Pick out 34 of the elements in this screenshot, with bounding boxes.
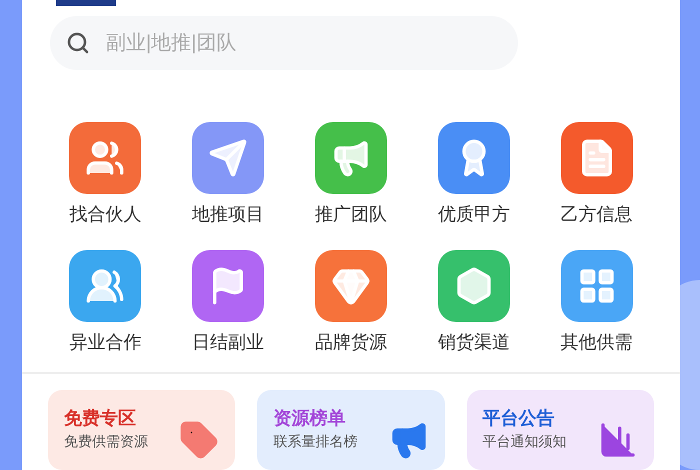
category-label: 地推项目 <box>192 203 264 226</box>
category-label: 其他供需 <box>560 331 633 354</box>
card-title: 免费专区 <box>64 407 137 430</box>
category-button[interactable] <box>560 122 633 194</box>
paper-plane-icon <box>208 138 248 178</box>
search-icon <box>66 31 90 55</box>
feature-card[interactable]: 资源榜单 联系量排名榜 <box>257 390 445 470</box>
category-label: 推广团队 <box>314 203 387 226</box>
card-title: 平台公告 <box>482 407 556 430</box>
category-button[interactable] <box>560 250 633 322</box>
category-label: 异业合作 <box>69 331 142 354</box>
category-button[interactable] <box>69 122 142 194</box>
card-subtitle: 联系量排名榜 <box>273 432 358 450</box>
category-label: 品牌货源 <box>314 331 387 354</box>
card-subtitle: 平台通知须知 <box>482 432 567 450</box>
category-button[interactable] <box>69 250 142 322</box>
category-button[interactable] <box>438 250 510 322</box>
category-button[interactable] <box>314 122 387 194</box>
tag-icon <box>179 420 220 460</box>
category-button[interactable] <box>192 122 264 194</box>
header-block <box>56 0 116 6</box>
search-field[interactable]: 副业|地推|团队 <box>50 16 518 70</box>
category-button[interactable] <box>192 250 264 322</box>
category-label: 日结副业 <box>192 331 264 354</box>
category-label: 找合伙人 <box>69 203 142 226</box>
card-subtitle: 免费供需资源 <box>64 432 148 450</box>
card-title: 资源榜单 <box>273 407 346 430</box>
category-button[interactable] <box>438 122 510 194</box>
category-button[interactable] <box>314 250 387 322</box>
category-label: 乙方信息 <box>560 203 633 226</box>
category-label: 优质甲方 <box>438 203 510 226</box>
category-label: 销货渠道 <box>438 331 510 354</box>
feature-card[interactable]: 平台公告 平台通知须知 <box>466 390 654 470</box>
feature-card[interactable]: 免费专区 免费供需资源 <box>48 390 236 470</box>
